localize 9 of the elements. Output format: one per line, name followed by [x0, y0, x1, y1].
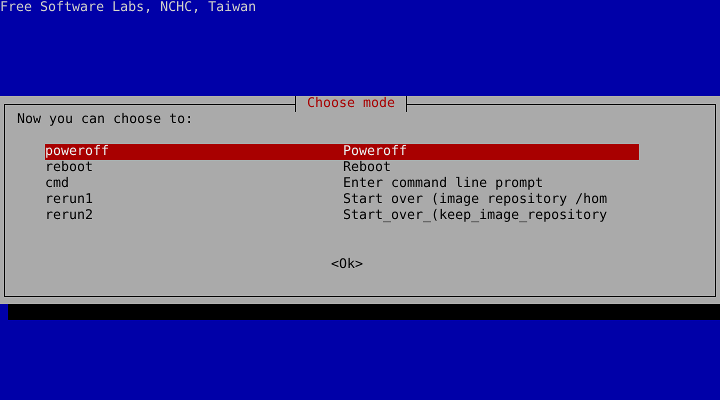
- menu-item[interactable]: rerun2 Start_over_(keep_image_repository: [45, 208, 639, 224]
- prompt-text: Now you can choose to:: [17, 112, 194, 128]
- back-title: Free Software Labs, NCHC, Taiwan: [0, 0, 256, 15]
- menu-item[interactable]: poweroff Poweroff: [45, 144, 639, 160]
- menu-item[interactable]: rerun1 Start over (image repository /hom: [45, 192, 639, 208]
- menu-item[interactable]: cmd Enter command line prompt: [45, 176, 639, 192]
- dialog-title: Choose mode: [295, 96, 408, 112]
- menu-item[interactable]: reboot Reboot: [45, 160, 639, 176]
- ok-button[interactable]: <Ok>: [331, 257, 364, 273]
